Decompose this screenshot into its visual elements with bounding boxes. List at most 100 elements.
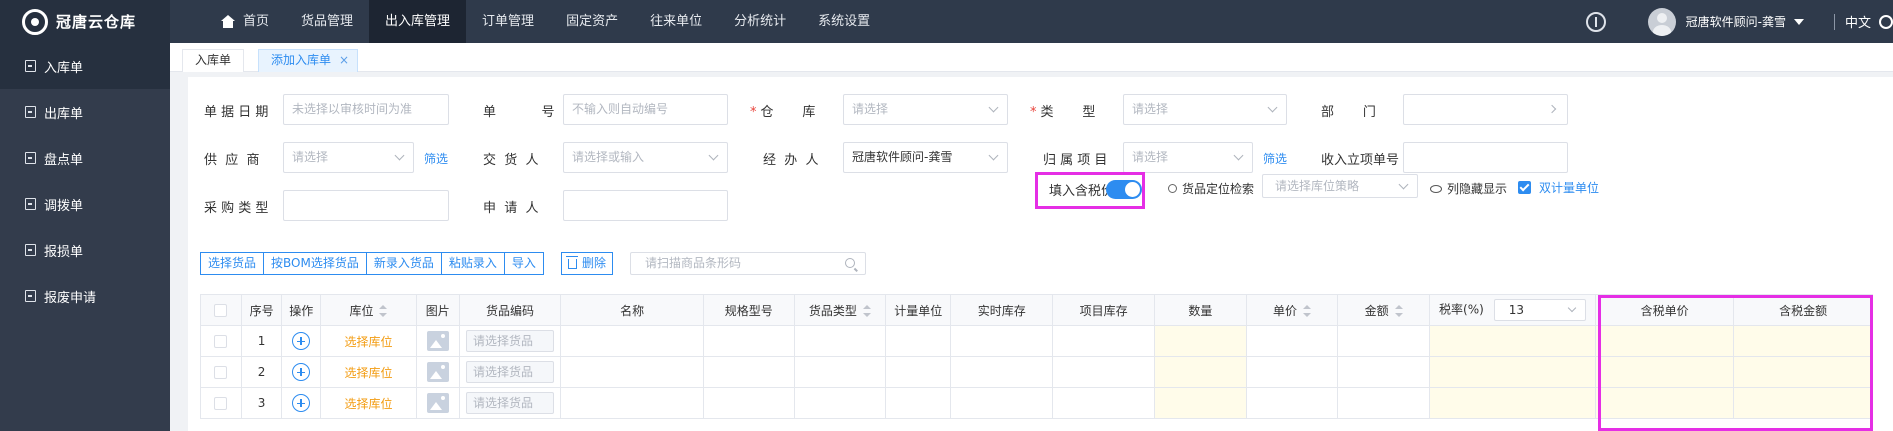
select-location-link[interactable]: 选择库位	[344, 366, 392, 380]
goods-code-field[interactable]: 请选择货品	[466, 330, 554, 352]
table-cell[interactable]	[702, 356, 795, 388]
new-goods-button[interactable]: 新录入货品	[365, 252, 442, 275]
select-location-link[interactable]: 选择库位	[344, 335, 392, 349]
row-select-cell[interactable]	[200, 325, 242, 357]
applicant-field[interactable]	[563, 190, 728, 221]
table-cell[interactable]	[950, 356, 1054, 388]
quantity-cell[interactable]	[1154, 356, 1247, 388]
globe-icon[interactable]	[1879, 14, 1893, 29]
barcode-scan-input[interactable]: 请扫描商品条形码	[630, 252, 866, 275]
image-icon[interactable]	[426, 393, 449, 413]
nav-item-settings[interactable]: 系统设置	[802, 0, 886, 43]
import-button[interactable]: 导入	[503, 252, 544, 275]
supplier-filter-link[interactable]: 筛选	[424, 150, 448, 167]
close-icon[interactable]: ×	[339, 50, 349, 71]
table-cell[interactable]	[702, 325, 795, 357]
col-header-sortable[interactable]: 货品类型	[793, 294, 887, 326]
location-search[interactable]: 货品定位检索	[1168, 180, 1254, 197]
project-select[interactable]: 请选择	[1123, 142, 1253, 173]
goods-code-field[interactable]: 请选择货品	[466, 392, 554, 414]
row-select-cell[interactable]	[200, 387, 242, 419]
bill-no-field[interactable]: 不输入则自动编号	[563, 94, 728, 125]
add-row-icon[interactable]	[292, 363, 311, 381]
chevron-down-icon[interactable]	[1793, 18, 1804, 25]
avatar[interactable]	[1647, 7, 1676, 36]
table-cell[interactable]	[950, 325, 1054, 357]
nav-item-inout[interactable]: 出入库管理	[369, 0, 467, 43]
tab-add-inbound[interactable]: 添加入库单 ×	[258, 49, 359, 72]
tab-inbound-list[interactable]: 入库单	[182, 49, 245, 72]
quantity-cell[interactable]	[1154, 325, 1247, 357]
checkbox[interactable]	[214, 397, 228, 410]
sidebar-item-inbound[interactable]: 入库单	[0, 43, 170, 89]
nav-item-orders[interactable]: 订单管理	[466, 0, 550, 43]
nav-item-assets[interactable]: 固定资产	[550, 0, 634, 43]
col-header-sortable[interactable]: 库位	[320, 294, 417, 326]
table-cell[interactable]	[950, 387, 1054, 419]
table-cell[interactable]	[793, 387, 887, 419]
delete-button[interactable]: 删除	[561, 252, 614, 275]
paste-entry-button[interactable]: 粘贴录入	[440, 252, 505, 275]
checkbox[interactable]	[214, 304, 228, 317]
row-select-cell[interactable]	[200, 356, 242, 388]
image-icon[interactable]	[426, 362, 449, 382]
table-cell[interactable]	[702, 387, 795, 419]
table-cell[interactable]	[793, 356, 887, 388]
col-header-sortable[interactable]: 金额	[1337, 294, 1430, 326]
tax-rate-cell[interactable]	[1428, 325, 1596, 357]
table-cell[interactable]	[1337, 325, 1430, 357]
table-cell[interactable]	[1052, 356, 1155, 388]
table-cell[interactable]	[1052, 387, 1155, 419]
handler-select[interactable]: 冠唐软件顾问-龚雪	[843, 142, 1008, 173]
deliverer-select[interactable]: 请选择或输入	[563, 142, 728, 173]
location-strategy-select[interactable]: 请选择库位策略	[1262, 174, 1418, 198]
table-cell[interactable]	[1052, 325, 1155, 357]
tax-rate-cell[interactable]	[1428, 387, 1596, 419]
supplier-select[interactable]: 请选择	[283, 142, 414, 173]
checkbox[interactable]	[214, 335, 228, 348]
warehouse-select[interactable]: 请选择	[843, 94, 1008, 125]
dept-select[interactable]	[1403, 94, 1568, 125]
table-cell[interactable]	[560, 356, 704, 388]
table-cell[interactable]	[1245, 387, 1339, 419]
tax-price-toggle[interactable]	[1106, 180, 1142, 199]
select-goods-button[interactable]: 选择货品	[200, 252, 265, 275]
checkbox[interactable]	[214, 366, 228, 379]
sort-icon[interactable]	[379, 305, 388, 317]
sidebar-item-scrap[interactable]: 报废申请	[0, 273, 170, 319]
col-header-sortable[interactable]: 单价	[1245, 294, 1339, 326]
sidebar-item-loss[interactable]: 报损单	[0, 227, 170, 273]
project-filter-link[interactable]: 筛选	[1263, 150, 1287, 167]
sidebar-item-transfer[interactable]: 调拨单	[0, 181, 170, 227]
help-icon[interactable]	[1585, 11, 1606, 32]
table-cell[interactable]	[560, 325, 704, 357]
add-row-icon[interactable]	[292, 332, 311, 350]
column-visibility-toggle[interactable]: 列隐藏显示	[1430, 180, 1507, 197]
table-cell[interactable]	[1337, 356, 1430, 388]
table-cell[interactable]	[793, 325, 887, 357]
table-cell[interactable]	[885, 356, 952, 388]
sort-icon[interactable]	[1302, 305, 1311, 317]
user-name[interactable]: 冠唐软件顾问-龚雪	[1686, 13, 1786, 30]
nav-item-analytics[interactable]: 分析统计	[718, 0, 802, 43]
dual-unit-checkbox[interactable]: 双计量单位	[1518, 179, 1599, 196]
table-cell[interactable]	[560, 387, 704, 419]
category-select[interactable]: 请选择	[1123, 94, 1287, 125]
app-logo[interactable]: 冠唐云仓库	[0, 0, 170, 43]
add-row-icon[interactable]	[292, 394, 311, 412]
table-cell[interactable]	[885, 387, 952, 419]
purchase-type-field[interactable]	[283, 190, 449, 221]
tax-rate-cell[interactable]	[1428, 356, 1596, 388]
select-all-cell[interactable]	[200, 294, 242, 326]
language-switch[interactable]: 中文	[1845, 12, 1871, 31]
table-cell[interactable]	[885, 325, 952, 357]
sort-icon[interactable]	[862, 305, 871, 317]
quantity-cell[interactable]	[1154, 387, 1247, 419]
bom-select-button[interactable]: 按BOM选择货品	[263, 252, 367, 275]
nav-item-home[interactable]: 首页	[205, 0, 285, 43]
nav-item-partners[interactable]: 往来单位	[634, 0, 718, 43]
tax-rate-select[interactable]: 13	[1493, 299, 1586, 321]
sidebar-item-stocktake[interactable]: 盘点单	[0, 135, 170, 181]
goods-code-field[interactable]: 请选择货品	[466, 361, 554, 383]
sidebar-item-outbound[interactable]: 出库单	[0, 89, 170, 135]
